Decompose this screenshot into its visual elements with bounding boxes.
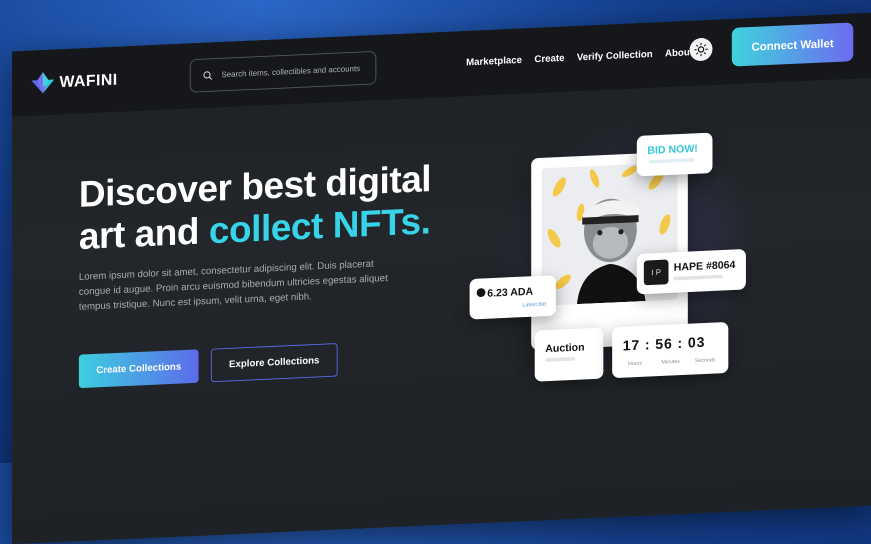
countdown-timer: 17 : 56 : 03 <box>623 335 706 355</box>
timer-label-hours: Hours <box>628 361 642 367</box>
timer-label-seconds: Seconds <box>695 358 716 364</box>
price-sub: Latest Bid <box>522 302 545 308</box>
bid-now-label: BID NOW! <box>647 142 697 157</box>
price-value: 6.23 ADA <box>487 285 533 299</box>
search-box[interactable] <box>190 51 377 93</box>
auction-sub <box>545 357 575 362</box>
auction-card: Auction <box>535 328 604 382</box>
main-menu: Marketplace Create Verify Collection Abo… <box>466 47 693 68</box>
hero-title-accent: collect NFTs. <box>209 200 431 251</box>
connect-wallet-button[interactable]: Connect Wallet <box>732 22 853 66</box>
brand-logo[interactable]: WAFINI <box>30 66 118 96</box>
bid-now-underline <box>649 158 695 164</box>
logo-icon <box>30 69 56 97</box>
ada-icon <box>477 288 486 297</box>
countdown-card: 17 : 56 : 03 Hours Minutes Seconds <box>612 322 728 378</box>
hero-title-plain: art and <box>79 210 209 257</box>
price-card: 6.23 ADA Latest Bid <box>470 275 556 319</box>
brand-name: WAFINI <box>60 70 118 91</box>
sun-icon <box>694 42 708 57</box>
menu-item-marketplace[interactable]: Marketplace <box>466 55 522 68</box>
hero-title: Discover best digital art and collect NF… <box>79 156 466 258</box>
hero-description: Lorem ipsum dolor sit amet, consectetur … <box>79 255 406 315</box>
nft-name: HAPE #8064 <box>674 258 736 273</box>
timer-label-minutes: Minutes <box>661 359 679 365</box>
search-input[interactable] <box>220 63 364 80</box>
collection-avatar: I P <box>644 260 669 286</box>
search-icon <box>203 70 213 80</box>
auction-label: Auction <box>545 341 584 355</box>
app-screen: WAFINI Marketplace Create Verify Collect… <box>12 13 871 544</box>
bid-now-badge[interactable]: BID NOW! <box>637 133 713 177</box>
nft-name-sub <box>674 275 723 281</box>
explore-collections-button[interactable]: Explore Collections <box>211 343 338 382</box>
theme-toggle-button[interactable] <box>690 38 713 62</box>
menu-item-create[interactable]: Create <box>534 53 564 65</box>
create-collections-button[interactable]: Create Collections <box>79 349 199 388</box>
menu-item-verify-collection[interactable]: Verify Collection <box>577 49 653 63</box>
nft-card[interactable] <box>531 151 688 350</box>
nft-name-card: I P HAPE #8064 <box>637 249 746 294</box>
